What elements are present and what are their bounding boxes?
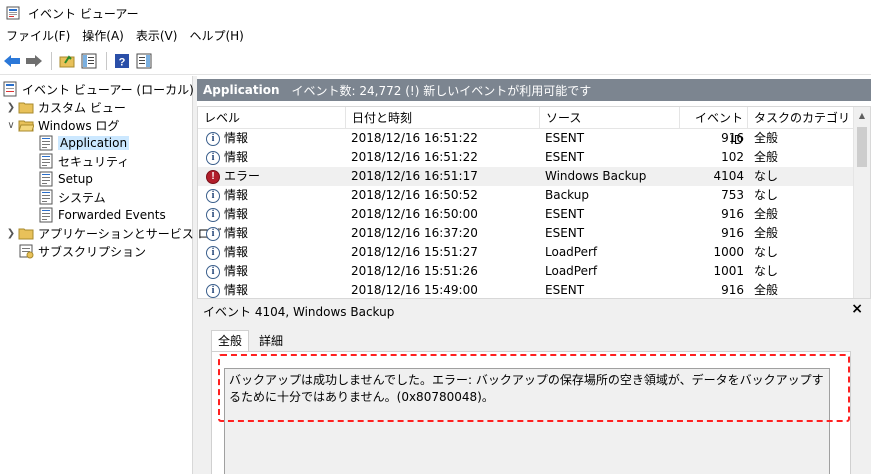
info-icon: i — [206, 226, 220, 241]
tree-item-label: Forwarded Events — [58, 208, 166, 222]
tree-item-system[interactable]: システム — [38, 188, 106, 206]
tree-item-application[interactable]: Application — [38, 134, 130, 152]
menu-action[interactable]: 操作(A) — [76, 26, 130, 46]
tree-item-label: Windows ログ — [38, 118, 120, 133]
folder-icon — [18, 99, 34, 115]
menu-file[interactable]: ファイル(F) — [0, 26, 76, 46]
tree-item-label: Setup — [58, 172, 93, 186]
toolbar: ? — [0, 47, 871, 75]
tab-details[interactable]: 詳細 — [253, 331, 289, 351]
log-icon — [38, 135, 54, 151]
tree-item-custom-view[interactable]: ❯ カスタム ビュー — [4, 98, 126, 116]
tab-general[interactable]: 全般 — [211, 330, 250, 352]
menu-view[interactable]: 表示(V) — [130, 26, 184, 46]
toolbar-separator — [51, 51, 52, 70]
svg-text:?: ? — [119, 56, 126, 68]
table-row[interactable]: i 情報 2018/12/16 16:51:22 ESENT 102 全般 — [198, 148, 854, 167]
scroll-up-icon[interactable]: ▲ — [854, 107, 870, 124]
info-icon: i — [206, 264, 220, 279]
navigation-tree: イベント ビューアー (ローカル) ❯ カスタム ビュー ∨ Windows ロ… — [0, 76, 222, 474]
event-detail-pane: イベント 4104, Windows Backup × 全般 詳細 バックアップ… — [197, 298, 871, 474]
event-count-info: イベント数: 24,772 (!) 新しいイベントが利用可能です — [291, 83, 592, 98]
table-row[interactable]: i 情報 2018/12/16 16:50:00 ESENT 916 全般 — [198, 205, 854, 224]
info-icon: i — [206, 245, 220, 260]
chevron-right-icon[interactable]: ❯ — [4, 228, 18, 239]
event-description[interactable]: バックアップは成功しませんでした。エラー: バックアップの保存場所の空き領域が、… — [224, 368, 830, 474]
tree-item-label: Application — [58, 136, 130, 150]
window-title: イベント ビューアー — [28, 6, 139, 21]
log-header: Application イベント数: 24,772 (!) 新しいイベントが利用… — [197, 79, 871, 101]
chevron-right-icon[interactable]: ❯ — [4, 102, 18, 113]
table-row-selected[interactable]: ! エラー 2018/12/16 16:51:17 Windows Backup … — [198, 167, 854, 186]
event-viewer-icon — [6, 6, 20, 20]
table-row[interactable]: i 情報 2018/12/16 16:50:52 Backup 753 なし — [198, 186, 854, 205]
subscription-icon — [18, 243, 34, 259]
tree-item-label: カスタム ビュー — [38, 100, 126, 115]
folder-open-icon — [18, 117, 35, 133]
info-icon: i — [206, 150, 220, 165]
tree-item-label: サブスクリプション — [38, 244, 147, 259]
tree-item-app-services-log[interactable]: ❯ アプリケーションとサービス ログ — [4, 224, 222, 242]
main-pane: Application イベント数: 24,772 (!) 新しいイベントが利用… — [197, 76, 871, 474]
forward-arrow-icon[interactable] — [24, 51, 44, 71]
table-row[interactable]: i 情報 2018/12/16 16:37:20 ESENT 916 全般 — [198, 224, 854, 243]
back-arrow-icon[interactable] — [2, 51, 22, 71]
table-row[interactable]: i 情報 2018/12/16 15:51:27 LoadPerf 1000 なし — [198, 243, 854, 262]
log-icon — [38, 153, 54, 169]
title-bar: イベント ビューアー — [0, 0, 871, 26]
menu-help[interactable]: ヘルプ(H) — [183, 26, 249, 46]
menu-bar: ファイル(F) 操作(A) 表示(V) ヘルプ(H) — [0, 26, 871, 46]
event-list-header: レベル 日付と時刻 ソース イベント ID タスクのカテゴリ — [198, 107, 854, 147]
show-hide-pane-icon[interactable] — [79, 51, 99, 71]
log-icon — [38, 189, 54, 205]
column-header-event-id[interactable]: イベント ID — [680, 107, 748, 147]
chevron-down-icon[interactable]: ∨ — [4, 120, 18, 131]
action-pane-icon[interactable] — [134, 51, 154, 71]
tree-item-security[interactable]: セキュリティ — [38, 152, 129, 170]
info-icon: i — [206, 207, 220, 222]
scroll-thumb[interactable] — [857, 127, 867, 167]
tree-item-windows-log[interactable]: ∨ Windows ログ — [4, 116, 119, 134]
tree-item-label: システム — [58, 190, 106, 205]
table-row[interactable]: i 情報 2018/12/16 16:51:22 ESENT 916 全般 — [198, 129, 854, 148]
column-header-task[interactable]: タスクのカテゴリ — [748, 107, 854, 129]
help-icon[interactable]: ? — [112, 51, 132, 71]
tree-item-label: セキュリティ — [58, 154, 130, 169]
info-icon: i — [206, 283, 220, 298]
tree-item-forwarded-events[interactable]: Forwarded Events — [38, 206, 166, 224]
column-header-source[interactable]: ソース — [540, 107, 680, 129]
tree-item-setup[interactable]: Setup — [38, 170, 93, 188]
event-viewer-icon — [2, 81, 18, 97]
log-title: Application — [203, 83, 280, 97]
folder-icon — [18, 225, 34, 241]
up-folder-icon[interactable] — [57, 51, 77, 71]
tab-panel-general: バックアップは成功しませんでした。エラー: バックアップの保存場所の空き領域が、… — [211, 351, 851, 474]
column-header-date[interactable]: 日付と時刻 — [346, 107, 540, 129]
info-icon: i — [206, 131, 220, 146]
tree-item-label: イベント ビューアー (ローカル) — [22, 82, 194, 97]
info-icon: i — [206, 188, 220, 203]
detail-title: イベント 4104, Windows Backup — [203, 305, 395, 319]
column-header-level[interactable]: レベル — [198, 107, 346, 129]
toolbar-separator — [106, 51, 107, 70]
error-icon: ! — [206, 169, 220, 184]
close-icon[interactable]: × — [851, 301, 863, 317]
log-icon — [38, 171, 54, 187]
log-icon — [38, 207, 54, 223]
table-row[interactable]: i 情報 2018/12/16 15:51:26 LoadPerf 1001 なし — [198, 262, 854, 281]
tree-item-root[interactable]: イベント ビューアー (ローカル) — [2, 80, 194, 98]
tree-item-subscriptions[interactable]: サブスクリプション — [18, 242, 146, 260]
